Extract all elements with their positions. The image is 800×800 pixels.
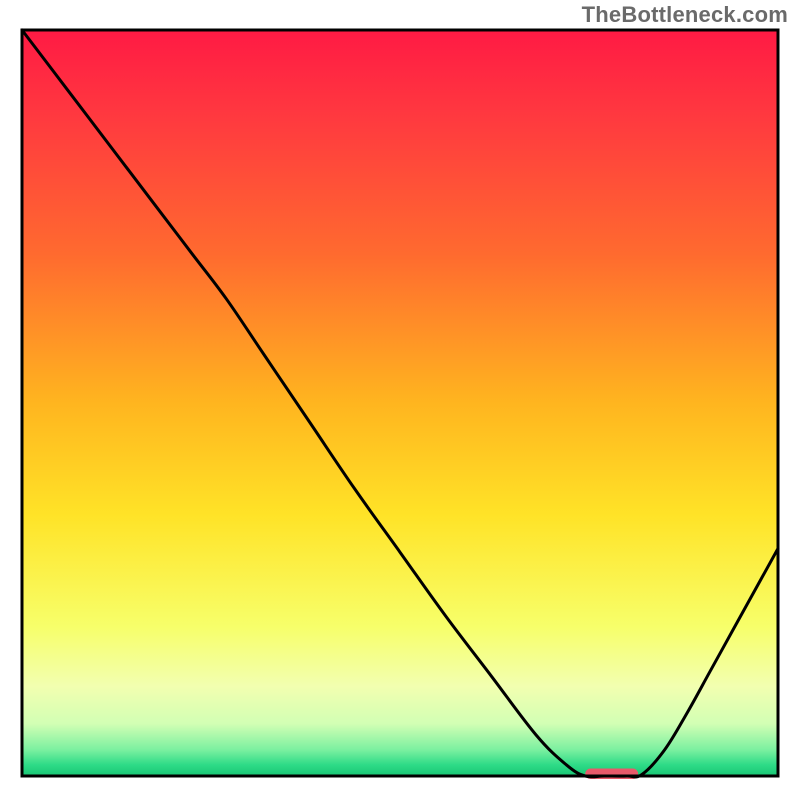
- chart-canvas: TheBottleneck.com: [0, 0, 800, 800]
- chart-svg: [0, 0, 800, 800]
- gradient-background: [22, 30, 778, 776]
